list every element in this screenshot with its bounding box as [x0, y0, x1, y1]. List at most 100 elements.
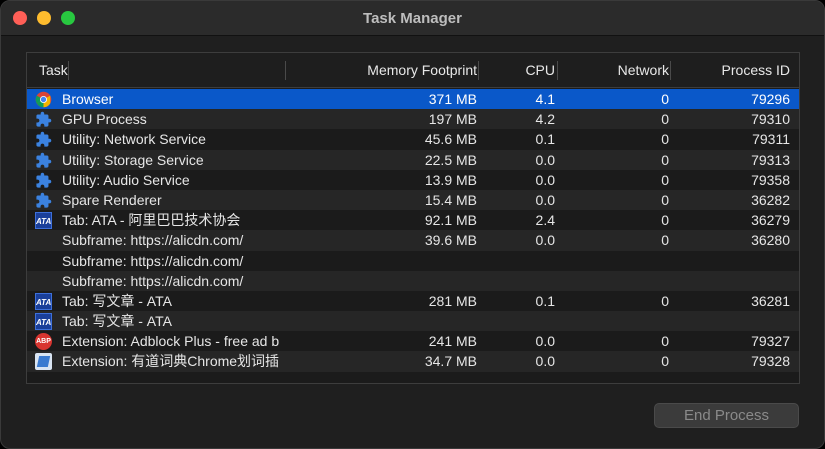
abp-icon: ABP — [35, 333, 52, 351]
process-id-value: 79358 — [751, 171, 790, 188]
table-row[interactable]: Utility: Audio Service 13.9 MB 0.0 0 79358 — [27, 170, 799, 190]
row-icon-cell — [35, 230, 55, 250]
cpu-value: 0.1 — [535, 292, 555, 309]
memory-value: 39.6 MB — [424, 232, 477, 249]
row-icon-cell: ATA — [35, 210, 55, 230]
task-name: Utility: Network Service — [62, 131, 206, 148]
memory-value: 197 MB — [428, 111, 477, 128]
process-id-value: 79310 — [751, 111, 790, 128]
task-name: Extension: Adblock Plus - free ad b — [62, 333, 280, 350]
task-name: Tab: 写文章 - ATA — [62, 292, 172, 309]
process-id-value: 79313 — [751, 151, 790, 168]
cpu-value: 0.0 — [535, 333, 555, 350]
process-id-value — [687, 271, 790, 291]
network-value: 0 — [661, 232, 669, 249]
process-id-value: 79311 — [752, 131, 790, 148]
row-icon-cell: ATA — [35, 291, 55, 311]
cpu-value: 0.0 — [535, 232, 555, 249]
process-id-value — [687, 311, 790, 331]
memory-value — [357, 311, 477, 331]
window-title: Task Manager — [363, 10, 462, 27]
table-row[interactable]: Subframe: https://alicdn.com/ — [27, 270, 799, 291]
cpu-value: 0.1 — [535, 131, 555, 148]
row-icon-cell — [35, 271, 55, 291]
task-name: Subframe: https://alicdn.com/ — [62, 272, 244, 289]
cpu-value: 0.0 — [535, 171, 555, 188]
table-row[interactable]: ATA Tab: 写文章 - ATA — [27, 311, 799, 332]
network-value: 0 — [661, 191, 669, 208]
process-id-value: 36282 — [751, 191, 790, 208]
table-row[interactable]: Subframe: https://alicdn.com/39.6 MB 0.0 0… — [27, 230, 799, 251]
memory-value: 22.5 MB — [424, 151, 477, 168]
cpu-value — [487, 311, 555, 331]
chrome-icon — [35, 91, 52, 108]
task-name: Subframe: https://alicdn.com/ — [62, 252, 244, 269]
column-header-task[interactable]: Task — [39, 53, 287, 88]
ata-icon: ATA — [35, 212, 52, 230]
process-id-value: 79327 — [751, 333, 790, 350]
table-body: Browser 371 MB 4.1 0 79296 GPU Process 197 MB 4… — [27, 89, 799, 372]
process-id-value: 36280 — [751, 232, 790, 249]
network-value: 0 — [661, 292, 669, 309]
memory-value: 34.7 MB — [424, 353, 477, 370]
row-icon-cell — [35, 170, 55, 190]
table-header: Task Memory Footprint CPU Network Proces… — [27, 53, 799, 88]
network-value: 0 — [661, 151, 669, 168]
column-header-memory[interactable]: Memory Footprint — [357, 53, 477, 88]
process-id-value: 36281 — [751, 292, 790, 309]
table-row[interactable]: ATA Tab: 写文章 - ATA 281 MB 0.1 0 36281 — [27, 291, 799, 311]
task-name: Browser — [62, 91, 114, 107]
cpu-value — [487, 271, 555, 291]
network-value: 0 — [661, 131, 669, 148]
cpu-value — [487, 251, 555, 271]
puzzle-icon — [35, 152, 52, 169]
cpu-value: 0.0 — [535, 151, 555, 168]
row-icon-cell — [35, 150, 55, 170]
process-id-value: 79296 — [751, 91, 790, 107]
table-row[interactable]: GPU Process 197 MB 4.2 0 79310 — [27, 109, 799, 130]
network-value: 0 — [661, 171, 669, 188]
row-icon-cell: ABP — [35, 331, 55, 351]
column-header-network[interactable]: Network — [587, 53, 669, 88]
column-header-pid[interactable]: Process ID — [687, 53, 790, 88]
column-header-cpu[interactable]: CPU — [487, 53, 555, 88]
task-name: Utility: Storage Service — [62, 151, 204, 168]
table-row[interactable]: Extension: 有道词典Chrome划词插 34.7 MB 0.0 0 79328 — [27, 351, 799, 372]
task-name: GPU Process — [62, 111, 147, 128]
network-value: 0 — [661, 91, 669, 107]
dictionary-icon — [35, 353, 52, 371]
table-row[interactable]: ATA Tab: ATA - 阿里巴巴技术协会 92.1 MB 2.4 0 36279 — [27, 210, 799, 230]
puzzle-icon — [35, 111, 52, 128]
memory-value: 371 MB — [428, 91, 477, 107]
memory-value: 13.9 MB — [424, 171, 477, 188]
row-icon-cell — [35, 129, 55, 149]
table-row[interactable]: Browser 371 MB 4.1 0 79296 — [27, 89, 799, 110]
task-name: Subframe: https://alicdn.com/ — [62, 232, 244, 249]
row-icon-cell — [35, 190, 55, 210]
ata-icon: ATA — [35, 292, 52, 310]
process-id-value — [687, 251, 790, 271]
process-id-value: 36279 — [751, 212, 790, 229]
table-row[interactable]: Spare Renderer 15.4 MB 0.0 0 36282 — [27, 189, 799, 211]
row-icon-cell — [35, 109, 55, 129]
row-icon-cell — [35, 251, 55, 271]
task-name: Utility: Audio Service — [62, 171, 190, 188]
process-table[interactable]: Task Memory Footprint CPU Network Proces… — [26, 52, 800, 384]
title-bar[interactable]: Task Manager — [1, 1, 824, 36]
task-name: Extension: 有道词典Chrome划词插 — [62, 353, 280, 370]
end-process-button[interactable]: End Process — [654, 403, 799, 428]
task-name: Tab: 写文章 - ATA — [62, 313, 172, 330]
ata-icon: ATA — [35, 313, 52, 331]
row-icon-cell — [35, 351, 55, 371]
row-icon-cell: ATA — [35, 311, 55, 331]
table-row[interactable]: Subframe: https://alicdn.com/ — [27, 251, 799, 271]
table-row[interactable]: ABP Extension: Adblock Plus - free ad b 24… — [27, 331, 799, 351]
task-manager-window: Task Manager Task Memory Footprint CPU N… — [0, 0, 825, 449]
cpu-value: 4.1 — [535, 91, 555, 107]
task-name: Tab: ATA - 阿里巴巴技术协会 — [62, 212, 241, 229]
table-row[interactable]: Utility: Storage Service 22.5 MB 0.0 0 79313 — [27, 149, 799, 170]
process-id-value: 79328 — [751, 353, 790, 370]
table-row[interactable]: Utility: Network Service 45.6 MB 0.1 0 79311 — [27, 129, 799, 149]
puzzle-icon — [35, 131, 52, 148]
puzzle-icon — [35, 192, 52, 209]
